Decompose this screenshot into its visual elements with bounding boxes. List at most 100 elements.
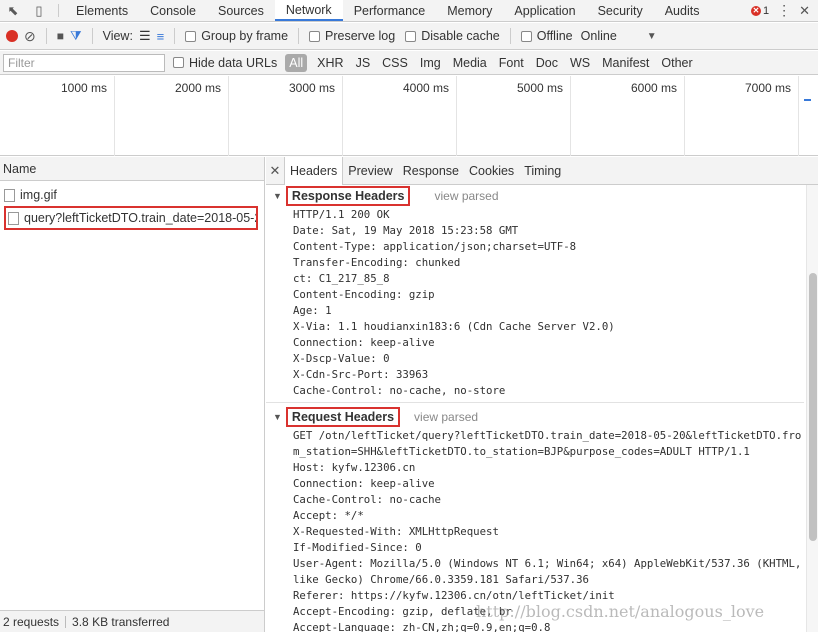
screenshot-camera-icon[interactable]: ■ [57,29,64,43]
group-by-frame-label: Group by frame [201,29,289,43]
filter-type-css[interactable]: CSS [380,55,410,71]
response-header-line: X-Cdn-Src-Port: 33963 [293,368,429,381]
inspect-element-icon[interactable]: ⬉ [0,0,26,21]
request-header-line: Host: kyfw.12306.cn [293,461,416,474]
expand-triangle-icon[interactable]: ▼ [273,191,282,201]
device-toolbar-icon[interactable]: ▯ [26,0,52,21]
toolbar-separator [45,28,47,44]
response-header-line: HTTP/1.1 200 OK [293,208,390,221]
throttling-select[interactable]: Online ▼ [581,29,657,43]
group-by-frame-checkbox[interactable] [185,30,197,42]
filter-type-js[interactable]: JS [354,55,373,71]
timeline-tick-label: 6000 ms [630,81,677,95]
record-icon[interactable] [6,30,18,42]
request-headers-list-continued: Referer: https://kyfw.12306.cn/otn/leftT… [266,588,804,632]
details-scrollbar[interactable] [806,185,818,632]
image-file-icon [4,188,15,202]
request-headers-list: Host: kyfw.12306.cn Connection: keep-aliv… [266,460,804,556]
offline-label: Offline [536,29,573,43]
disable-cache-option[interactable]: Disable cache [405,29,500,43]
hide-data-urls-label: Hide data URLs [189,55,278,70]
preserve-log-option[interactable]: Preserve log [309,29,395,43]
error-counter[interactable]: ✕ 1 [750,5,769,17]
timeline-gridline [228,76,229,156]
filter-type-all[interactable]: All [285,53,308,72]
name-column-header[interactable]: Name [0,157,264,181]
tab-timing[interactable]: Timing [519,157,566,184]
timeline-request-bar [804,99,811,101]
timeline-tick-label: 5000 ms [516,81,563,95]
response-header-line: Content-Type: application/json;charset=U… [293,240,577,253]
expand-triangle-icon[interactable]: ▼ [273,412,282,422]
timeline-overview[interactable]: 1000 ms 2000 ms 3000 ms 4000 ms 5000 ms … [0,76,818,156]
view-parsed-link[interactable]: view parsed [414,410,478,424]
filter-input[interactable] [3,53,165,72]
request-header-line: Cache-Control: no-cache [293,493,441,506]
request-headers-title: Request Headers [285,407,401,427]
group-by-frame-option[interactable]: Group by frame [185,29,288,43]
clear-icon[interactable]: ⊘ [24,28,36,45]
filter-type-doc[interactable]: Doc [534,55,560,71]
preserve-log-checkbox[interactable] [309,30,321,42]
tab-preview[interactable]: Preview [343,157,397,184]
request-row-img-gif[interactable]: img.gif [0,185,264,205]
filter-type-img[interactable]: Img [418,55,443,71]
tab-headers[interactable]: Headers [284,157,344,185]
tab-audits[interactable]: Audits [654,0,711,21]
tab-console[interactable]: Console [139,0,207,21]
request-name: img.gif [20,188,57,202]
filter-type-media[interactable]: Media [451,55,489,71]
timeline-gridline [342,76,343,156]
view-label: View: [102,29,133,43]
more-menu-icon[interactable]: ⋮ [777,2,791,19]
tab-cookies[interactable]: Cookies [464,157,519,184]
timeline-gridline [456,76,457,156]
network-toolbar: ⊘ ■ ⧩ View: ☰ ≡ Group by frame Preserve … [0,23,818,50]
request-row-query[interactable]: query?leftTicketDTO.train_date=2018-05-2… [4,206,258,230]
tab-elements[interactable]: Elements [65,0,139,21]
response-header-line: Date: Sat, 19 May 2018 15:23:58 GMT [293,224,519,237]
tab-performance[interactable]: Performance [343,0,437,21]
tab-application[interactable]: Application [503,0,586,21]
request-header-line: Referer: https://kyfw.12306.cn/otn/leftT… [293,589,615,602]
tab-memory[interactable]: Memory [436,0,503,21]
request-count: 2 requests [3,614,60,629]
toolbar-separator [509,28,511,44]
filter-type-ws[interactable]: WS [568,55,592,71]
tab-security[interactable]: Security [587,0,654,21]
filter-type-xhr[interactable]: XHR [315,55,345,71]
timeline-gridline [798,76,799,156]
offline-checkbox[interactable] [520,30,532,42]
view-parsed-link[interactable]: view parsed [434,189,498,203]
document-file-icon [8,211,19,225]
request-list: Name img.gif query?leftTicketDTO.train_d… [0,157,265,632]
tab-response[interactable]: Response [398,157,464,184]
filter-type-other[interactable]: Other [659,55,694,71]
disable-cache-checkbox[interactable] [405,30,417,42]
scrollbar-thumb[interactable] [809,273,817,541]
dropdown-arrow-icon: ▼ [646,30,657,42]
tab-network[interactable]: Network [274,0,343,21]
name-column-label: Name [3,161,37,176]
close-details-icon[interactable]: ✕ [266,157,284,184]
request-headers-section-header[interactable]: ▼ Request Headers view parsed [266,406,804,428]
toolbar-separator [298,28,300,44]
filter-type-manifest[interactable]: Manifest [600,55,651,71]
hide-data-urls-option[interactable]: Hide data URLs [173,56,277,70]
large-rows-icon[interactable]: ☰ [139,28,151,44]
response-headers-section-header[interactable]: ▼ Response Headers view parsed [266,185,804,207]
headers-view: ▼ Response Headers view parsed HTTP/1.1 … [266,185,804,632]
filter-funnel-icon[interactable]: ⧩ [70,28,82,44]
tab-sources[interactable]: Sources [207,0,275,21]
offline-option[interactable]: Offline [520,29,573,43]
close-devtools-icon[interactable]: ✕ [799,3,810,19]
hide-data-urls-checkbox[interactable] [173,57,184,68]
request-header-line: Accept-Encoding: gzip, deflate, br [293,605,512,618]
toolbar-separator [174,28,176,44]
filter-type-font[interactable]: Font [497,55,526,71]
request-details-panel: ✕ Headers Preview Response Cookies Timin… [266,157,818,632]
timeline-tick-label: 2000 ms [174,81,221,95]
waterfall-overview-icon[interactable]: ≡ [157,29,165,44]
error-icon: ✕ [750,5,761,16]
response-header-line: Transfer-Encoding: chunked [293,256,461,269]
